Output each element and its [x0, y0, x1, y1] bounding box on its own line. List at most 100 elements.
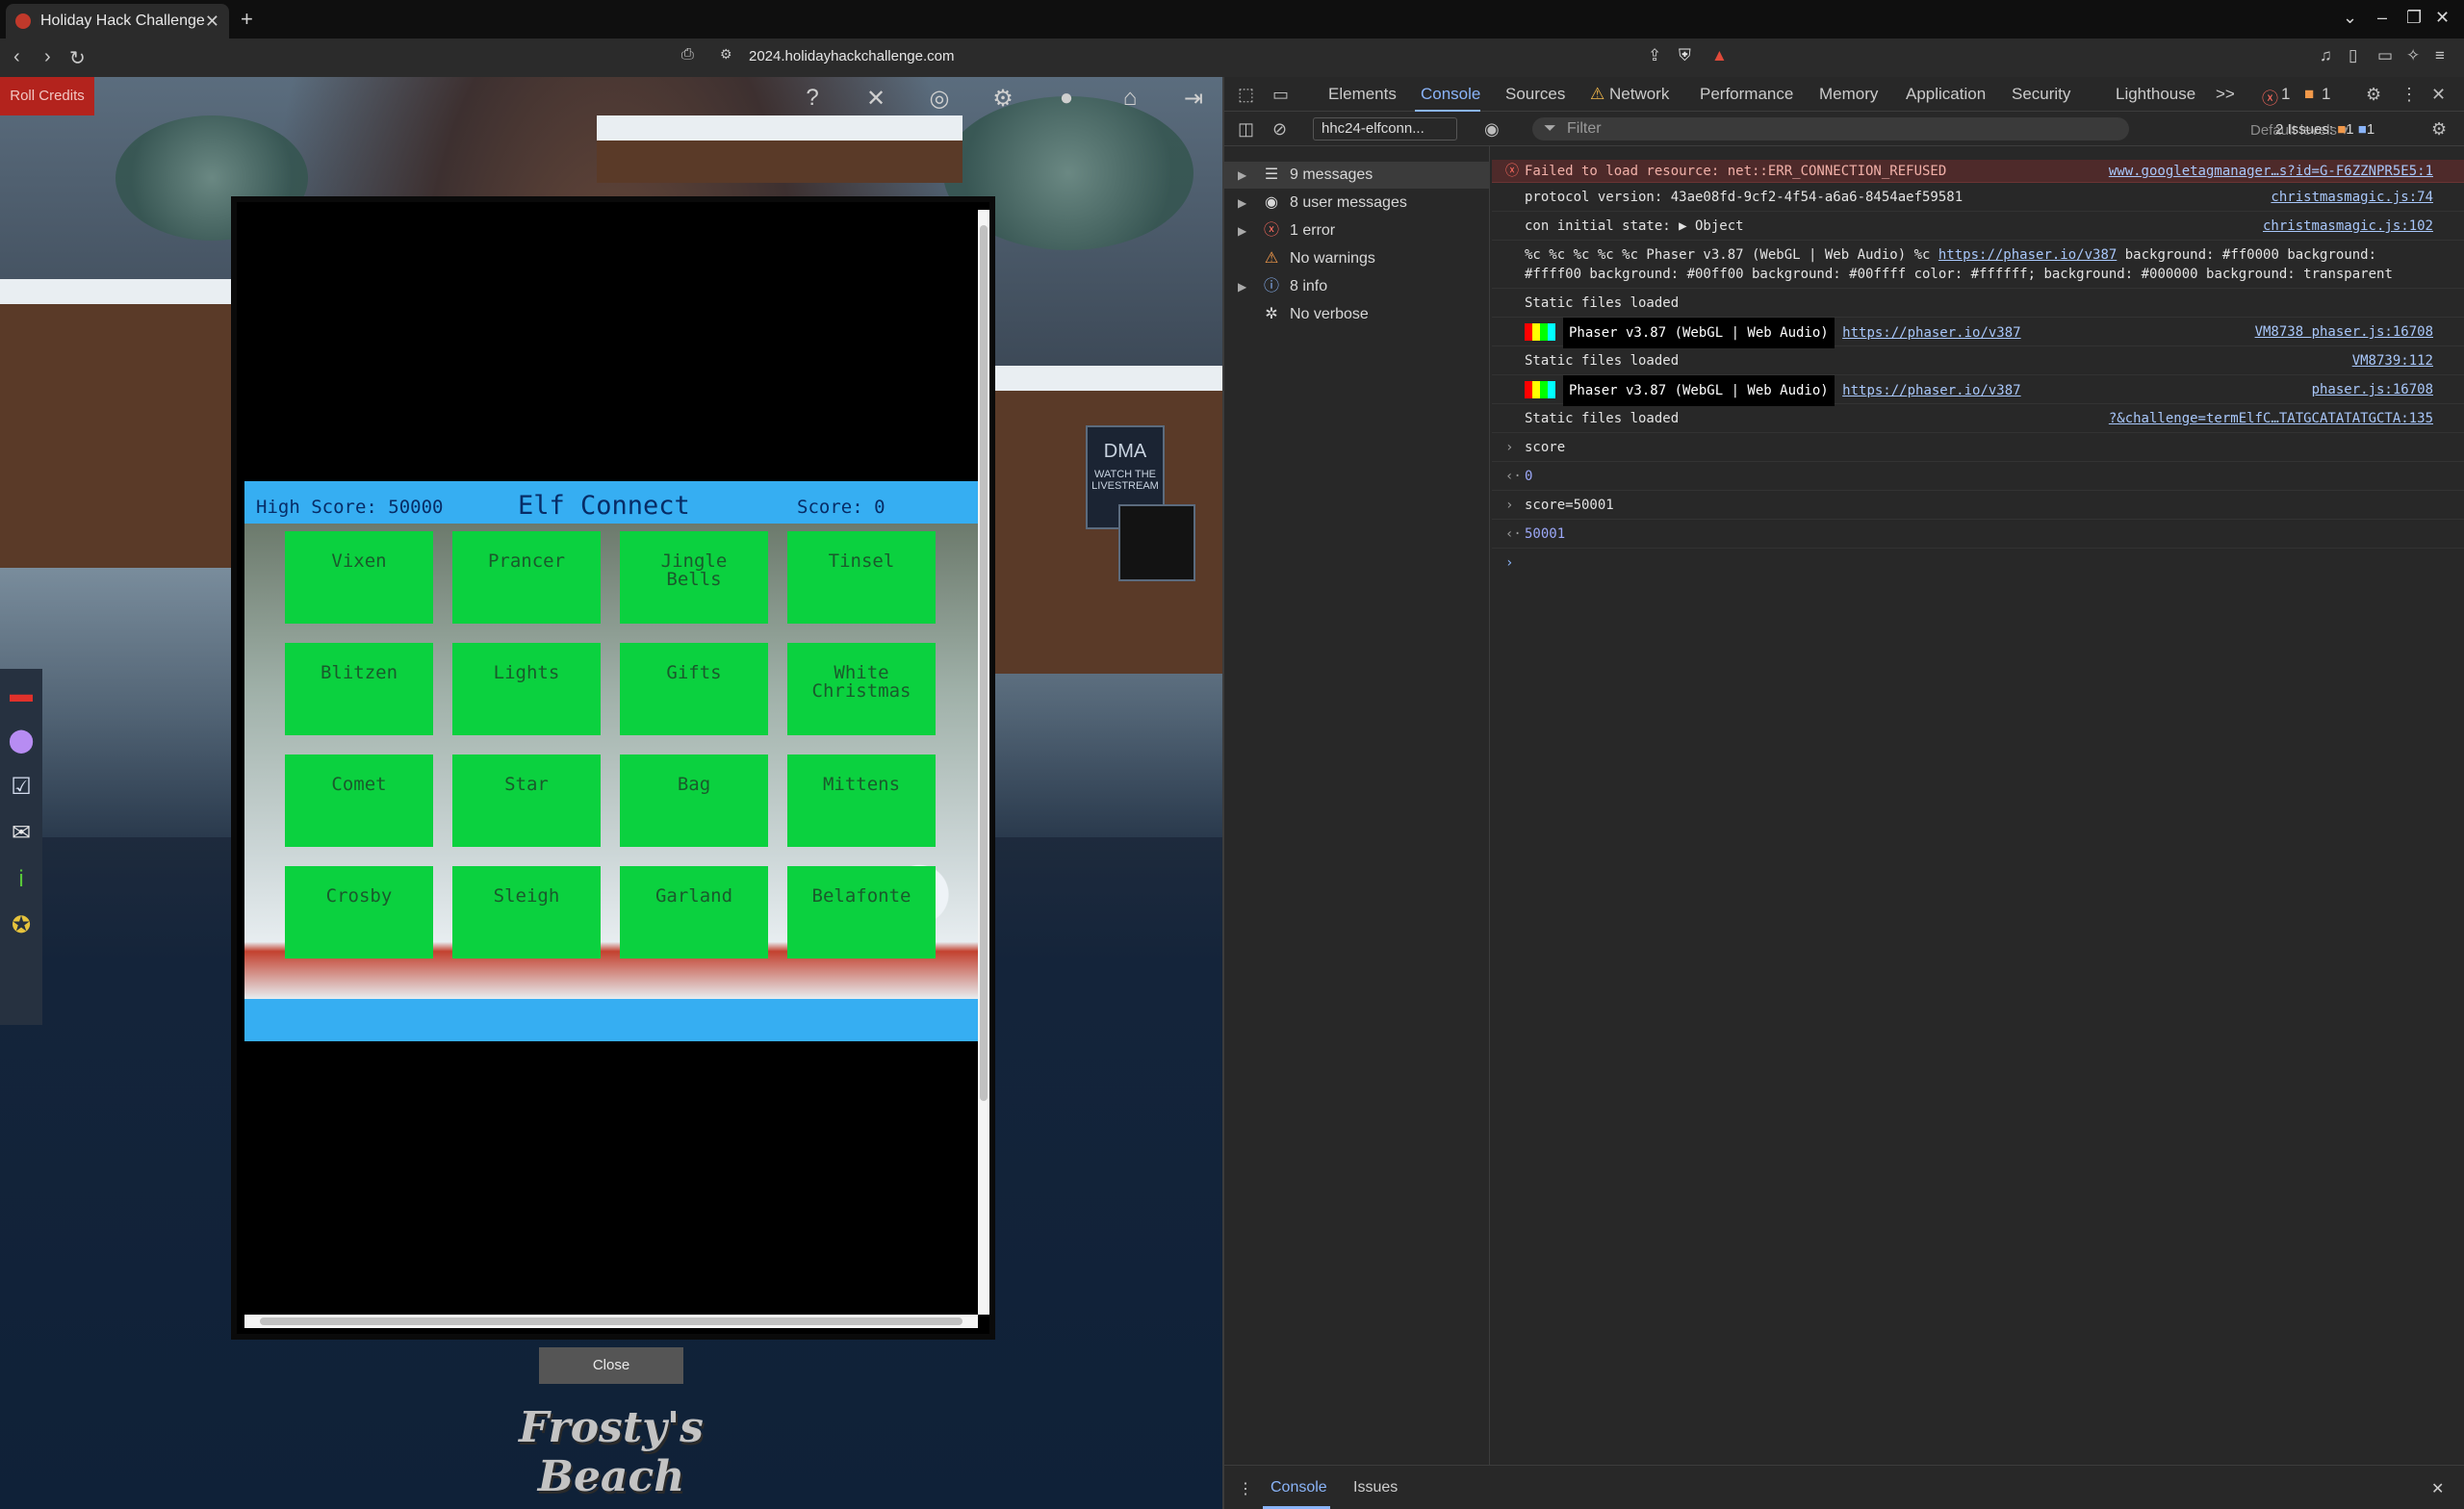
log-source-link[interactable]: ?&challenge=termElfC…TATGCATATATGCTA:135: [2109, 404, 2433, 433]
word-card[interactable]: Prancer: [452, 531, 601, 624]
close-devtools-icon[interactable]: ✕: [2431, 85, 2446, 105]
issues-button[interactable]: 2 Issues: ■1 ■1: [2275, 121, 2374, 138]
tab-performance[interactable]: Performance: [1700, 85, 1793, 104]
address-bar[interactable]: 2024.holidayhackchallenge.com: [749, 48, 954, 64]
word-card[interactable]: Bag: [620, 754, 768, 847]
inspect-element-icon[interactable]: ⬚: [1238, 85, 1254, 105]
tab-network[interactable]: Network: [1609, 85, 1669, 104]
tab-console[interactable]: Console: [1421, 85, 1480, 104]
word-card[interactable]: Star: [452, 754, 601, 847]
tab-memory[interactable]: Memory: [1819, 85, 1878, 104]
expand-arrow-icon[interactable]: ▶: [1238, 162, 1246, 189]
close-drawer-icon[interactable]: ✕: [2431, 1479, 2444, 1498]
site-info-icon[interactable]: ⚙: [720, 46, 732, 63]
bookmark-icon[interactable]: ⎙: [681, 46, 694, 64]
drawer-tab-console[interactable]: Console: [1270, 1479, 1327, 1496]
back-icon[interactable]: ‹: [13, 46, 20, 68]
expand-arrow-icon[interactable]: ▶: [1238, 273, 1246, 300]
wallet-icon[interactable]: ▭: [2377, 46, 2393, 65]
settings-gear-icon[interactable]: ⚙: [2366, 85, 2381, 105]
word-card[interactable]: Garland: [620, 866, 768, 959]
word-card[interactable]: Blitzen: [285, 643, 433, 735]
word-card[interactable]: Vixen: [285, 531, 433, 624]
elf-connect-game[interactable]: High Score: 50000 Elf Connect Score: 0 V…: [244, 210, 978, 1315]
phaser-link[interactable]: https://phaser.io/v387: [1938, 247, 2117, 263]
log-source-link[interactable]: VM8738 phaser.js:16708: [2255, 318, 2433, 346]
device-toolbar-icon[interactable]: ▭: [1272, 85, 1289, 105]
share-icon[interactable]: ⇪: [1648, 46, 1661, 65]
log-text[interactable]: con initial state: ▶ Object: [1525, 218, 1744, 234]
horizontal-scrollbar[interactable]: [244, 1315, 978, 1328]
eye-icon[interactable]: ◉: [1484, 119, 1500, 140]
checklist-icon[interactable]: ☑: [11, 773, 32, 802]
word-card[interactable]: Mittens: [787, 754, 936, 847]
map-pin-icon[interactable]: ⬤: [9, 727, 35, 755]
phaser-link[interactable]: https://phaser.io/v387: [1842, 383, 2020, 398]
tab-lighthouse[interactable]: Lighthouse: [2116, 85, 2195, 104]
media-icon[interactable]: ♫: [2320, 46, 2332, 65]
word-card[interactable]: Comet: [285, 754, 433, 847]
maximize-icon[interactable]: ❐: [2406, 8, 2422, 28]
sidebar-item-verbose[interactable]: ✲ No verbose: [1224, 301, 1490, 328]
gear-icon[interactable]: ⚙: [989, 85, 1016, 113]
sidebar-item-errors[interactable]: ▶ ⓧ 1 error: [1224, 217, 1490, 244]
reload-icon[interactable]: ↻: [69, 46, 86, 70]
clear-console-icon[interactable]: ⊘: [1272, 119, 1287, 140]
kebab-menu-icon[interactable]: ⋮: [2400, 85, 2418, 105]
rewards-icon[interactable]: ▲: [1711, 46, 1728, 65]
context-selector[interactable]: hhc24-elfconn...: [1313, 117, 1457, 141]
word-card[interactable]: Jingle Bells: [620, 531, 768, 624]
discord-icon[interactable]: ◎: [926, 85, 953, 113]
log-source-link[interactable]: christmasmagic.js:102: [2263, 212, 2433, 241]
warning-count[interactable]: 1: [2322, 85, 2330, 104]
scrollbar-thumb[interactable]: [980, 225, 988, 1101]
tab-application[interactable]: Application: [1906, 85, 1986, 104]
minimize-icon[interactable]: –: [2377, 8, 2387, 28]
expand-arrow-icon[interactable]: ▶: [1238, 190, 1246, 217]
tab-elements[interactable]: Elements: [1328, 85, 1397, 104]
menu-icon[interactable]: ≡: [2435, 46, 2445, 65]
word-card[interactable]: Sleigh: [452, 866, 601, 959]
log-source-link[interactable]: christmasmagic.js:74: [2271, 183, 2433, 212]
word-card[interactable]: Gifts: [620, 643, 768, 735]
close-button[interactable]: Close: [539, 1347, 683, 1384]
sidebar-item-info[interactable]: ▶ ⓘ 8 info: [1224, 273, 1490, 300]
shield-icon[interactable]: ⛨: [1679, 46, 1691, 65]
roll-credits-button[interactable]: Roll Credits: [0, 77, 94, 115]
info-icon[interactable]: i: [18, 865, 23, 894]
sidebar-toggle-icon[interactable]: ◫: [1238, 119, 1254, 140]
word-card[interactable]: Belafonte: [787, 866, 936, 959]
avatar-icon[interactable]: ●: [1053, 85, 1080, 113]
log-source-link[interactable]: VM8739:112: [2352, 346, 2433, 375]
sidebar-item-messages[interactable]: ▶ ☰ 9 messages: [1224, 162, 1490, 189]
error-count[interactable]: 1: [2281, 85, 2290, 104]
sidebar-item-user-messages[interactable]: ▶ ◉ 8 user messages: [1224, 190, 1490, 217]
logout-icon[interactable]: ⇥: [1180, 85, 1207, 113]
word-card[interactable]: Tinsel: [787, 531, 936, 624]
forward-icon[interactable]: ›: [44, 46, 51, 68]
word-card[interactable]: Crosby: [285, 866, 433, 959]
word-card[interactable]: White Christmas: [787, 643, 936, 735]
browser-tab[interactable]: Holiday Hack Challenge ✕: [6, 4, 229, 38]
tab-sources[interactable]: Sources: [1505, 85, 1565, 104]
close-window-icon[interactable]: ✕: [2435, 8, 2450, 28]
new-tab-button[interactable]: +: [241, 7, 253, 32]
book-icon[interactable]: ▬: [10, 680, 33, 709]
console-settings-icon[interactable]: ⚙: [2431, 119, 2447, 140]
help-icon[interactable]: ?: [799, 85, 826, 113]
filter-input[interactable]: ⏷ Filter: [1532, 117, 2129, 141]
log-source-link[interactable]: phaser.js:16708: [2312, 375, 2433, 404]
sidebar-toggle-icon[interactable]: ▯: [2348, 46, 2357, 65]
tab-security[interactable]: Security: [2012, 85, 2070, 104]
vertical-scrollbar[interactable]: [978, 210, 989, 1315]
scrollbar-thumb[interactable]: [260, 1317, 962, 1325]
badge-icon[interactable]: ✪: [12, 911, 31, 940]
drawer-menu-icon[interactable]: ⋮: [1238, 1479, 1253, 1498]
close-tab-icon[interactable]: ✕: [205, 12, 219, 32]
expand-arrow-icon[interactable]: ▶: [1238, 217, 1246, 244]
mute-icon[interactable]: ✕: [862, 85, 889, 113]
tab-search-chevron-icon[interactable]: ⌄: [2343, 8, 2357, 28]
console-prompt[interactable]: ›: [1492, 549, 2464, 577]
sidebar-item-warnings[interactable]: ⚠ No warnings: [1224, 245, 1490, 272]
word-card[interactable]: Lights: [452, 643, 601, 735]
